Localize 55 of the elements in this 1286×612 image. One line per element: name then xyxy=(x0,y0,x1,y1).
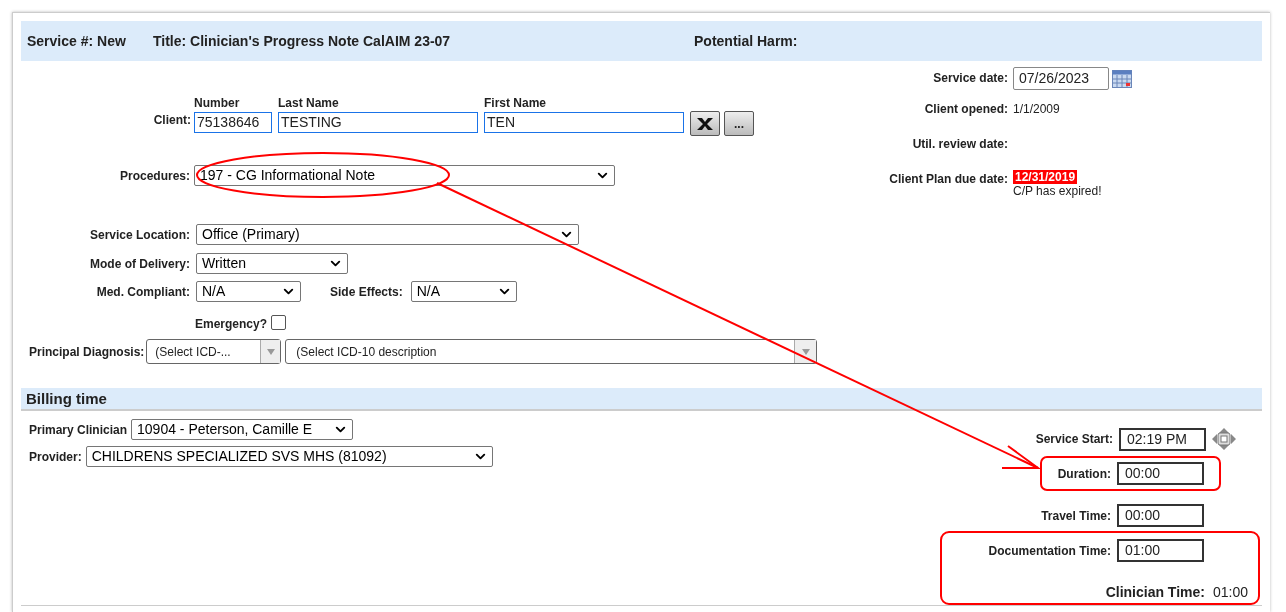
dropdown[interactable]: Office (Primary) xyxy=(196,224,579,245)
field-label: Provider: xyxy=(29,448,82,466)
field-label: First Name xyxy=(484,95,548,112)
field-label: Last Name xyxy=(278,95,340,112)
move-icon[interactable] xyxy=(1211,427,1237,451)
dropdown[interactable]: Written xyxy=(196,253,348,274)
dropdown-arrow-icon xyxy=(266,348,275,355)
dropdown[interactable]: N/A xyxy=(410,281,517,302)
dropdown[interactable]: CHILDRENS SPECIALIZED SVS MHS (81092) xyxy=(85,446,493,467)
potential-harm-label: Potential Harm: xyxy=(694,31,798,51)
field-label: Service Start: xyxy=(1035,431,1113,448)
dropdown[interactable]: 197 - CG Informational Note xyxy=(194,165,615,186)
time-field[interactable]: 02:19 PM xyxy=(1119,427,1206,451)
dropdown-arrow-icon xyxy=(801,348,810,355)
field-label: Side Effects: xyxy=(330,283,403,301)
dropdown[interactable]: N/A xyxy=(196,281,301,302)
field-label: Procedures: xyxy=(118,167,191,185)
field-label: Med. Compliant: xyxy=(95,283,191,301)
clinician-time-value: 01:00 xyxy=(1212,583,1248,602)
combo-box[interactable]: (Select ICD-... xyxy=(146,339,282,364)
field-label: Duration: xyxy=(1057,465,1111,483)
date-field[interactable]: 07/26/2023 xyxy=(1013,67,1109,90)
checkbox[interactable] xyxy=(271,314,287,330)
more-button[interactable]: ... xyxy=(724,111,754,136)
field-label: Documentation Time: xyxy=(988,542,1111,560)
field-label: Principal Diagnosis: xyxy=(29,343,145,361)
field-label: Client: xyxy=(152,112,192,129)
service-number: Service #: New xyxy=(27,31,127,51)
time-field[interactable]: 01:00 xyxy=(1117,539,1204,562)
field-label: Primary Clinician xyxy=(29,421,128,439)
dropdown[interactable]: 10904 - Peterson, Camille E xyxy=(131,419,354,440)
cross-icon xyxy=(696,116,714,131)
text-field[interactable]: TESTING xyxy=(278,112,478,133)
expired-note: C/P has expired! xyxy=(1013,184,1102,199)
calendar-icon[interactable] xyxy=(1112,69,1132,88)
note-title: Title: Clinician's Progress Note CalAIM 23-07 xyxy=(153,31,452,51)
field-label: Number xyxy=(194,95,241,112)
field-label: Client opened: xyxy=(923,101,1008,118)
field-label: Util. review date: xyxy=(911,136,1008,153)
field-label: Service date: xyxy=(932,70,1008,87)
field-label: Clinician Time: xyxy=(1105,583,1205,602)
section-header: Billing time xyxy=(21,388,1262,411)
field-label: Client Plan due date: xyxy=(888,171,1008,188)
time-field[interactable]: 00:00 xyxy=(1117,462,1204,485)
combo-box[interactable]: (Select ICD-10 description xyxy=(285,339,818,364)
clear-button[interactable] xyxy=(690,111,720,136)
text-field[interactable]: TEN xyxy=(484,112,684,133)
field-label: Service Location: xyxy=(88,226,191,244)
field-label: Travel Time: xyxy=(1041,507,1111,525)
text-field[interactable]: 75138646 xyxy=(194,112,272,133)
field-label: Emergency? xyxy=(195,316,268,333)
field-label: Mode of Delivery: xyxy=(88,255,191,273)
date-value: 1/1/2009 xyxy=(1013,101,1061,118)
due-date: 12/31/2019 xyxy=(1013,170,1078,184)
time-field[interactable]: 00:00 xyxy=(1117,504,1204,527)
